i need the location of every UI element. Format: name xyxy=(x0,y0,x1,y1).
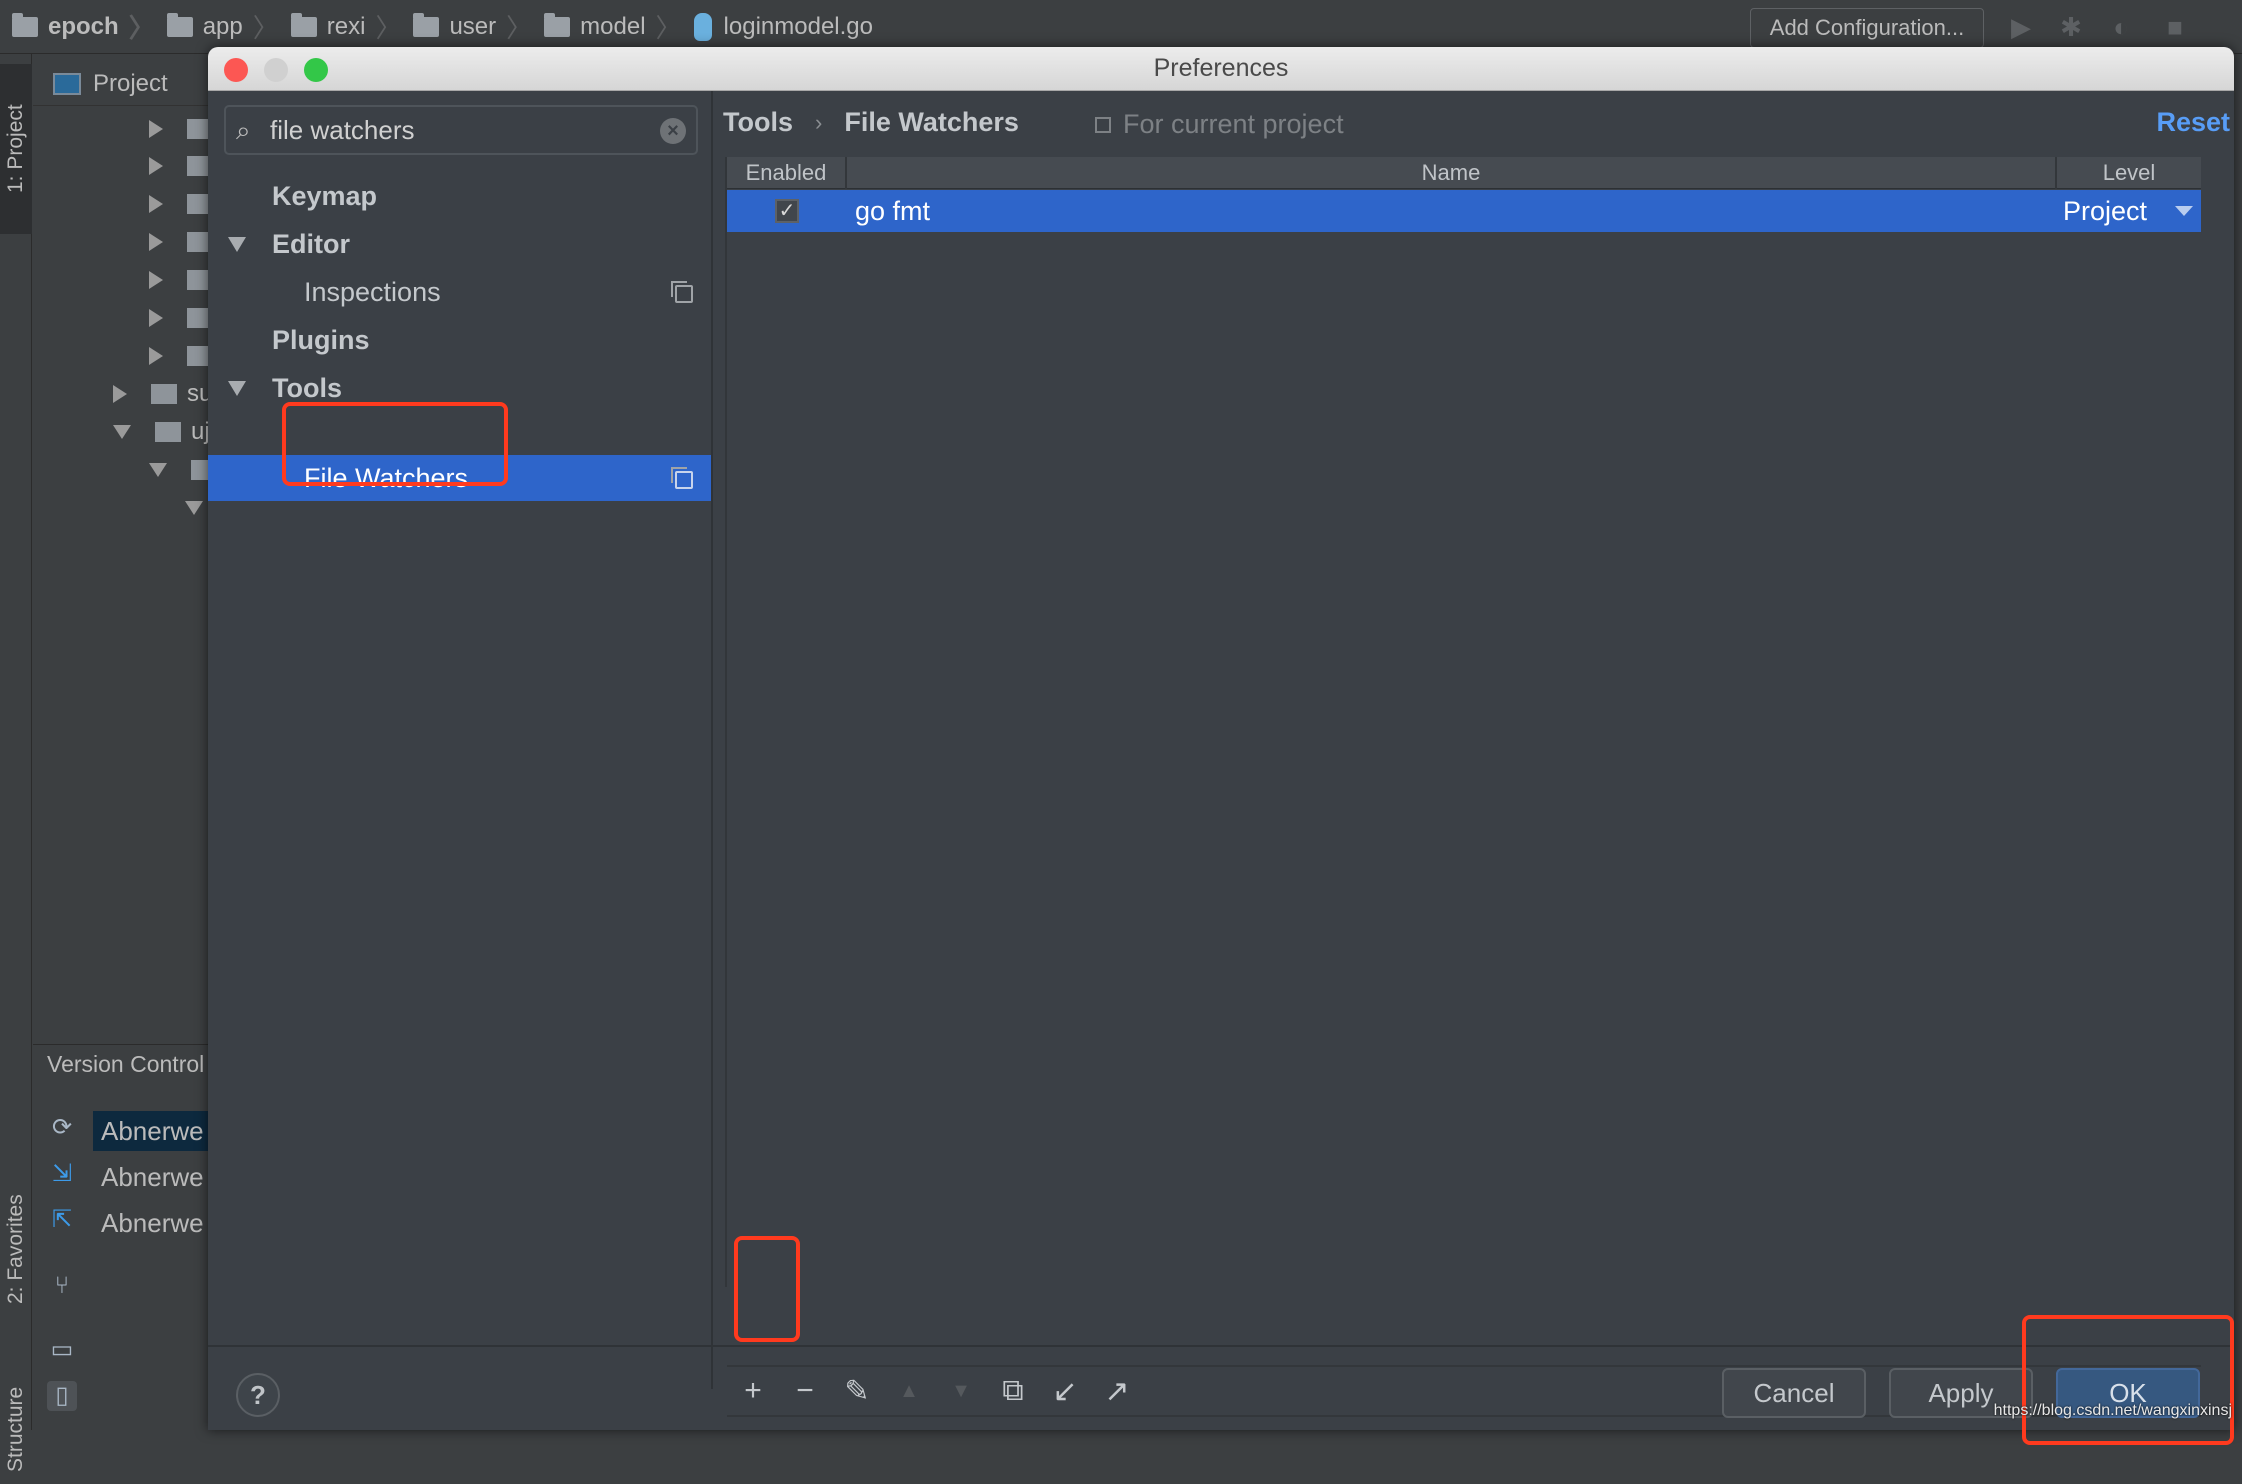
breadcrumb-epoch[interactable]: epoch〉 xyxy=(12,8,155,45)
breadcrumb-rexi[interactable]: rexi〉 xyxy=(291,8,402,45)
expand-arrow-icon[interactable] xyxy=(149,195,163,213)
branch-icon[interactable]: ⑂ xyxy=(47,1271,77,1301)
sidebar-item-editor[interactable]: Editor xyxy=(208,221,711,267)
expand-arrow-icon[interactable] xyxy=(149,309,163,327)
collapse-arrow-icon[interactable] xyxy=(228,381,246,396)
version-control-panel: Version Control ⟳ ⇲ ⇱ ⑂ ▭ ▯ Abnerwe Abne… xyxy=(33,1044,208,1430)
go-file-icon xyxy=(694,13,712,41)
vc-log-row[interactable]: Abnerwe xyxy=(93,1203,208,1243)
scope-label: For current project xyxy=(1095,109,1344,140)
version-control-title: Version Control xyxy=(47,1051,207,1078)
tree-row[interactable]: uj xyxy=(113,417,210,447)
project-panel-header[interactable]: Project xyxy=(33,62,208,106)
sidebar-item-keymap[interactable]: Keymap xyxy=(208,173,711,219)
watermark: https://blog.csdn.net/wangxinxinsj xyxy=(1994,1402,2232,1420)
collapse-icon[interactable]: ⇲ xyxy=(47,1159,77,1189)
vc-log-row[interactable]: Abnerwe xyxy=(93,1111,208,1151)
project-scope-icon xyxy=(675,285,693,303)
sidebar-item-tools[interactable]: Tools xyxy=(208,365,711,411)
help-button[interactable]: ? xyxy=(236,1373,280,1417)
vc-log-row[interactable]: Abnerwe xyxy=(93,1157,208,1197)
minimize-window-button[interactable] xyxy=(264,58,288,82)
project-scope-icon xyxy=(675,471,693,489)
expand-arrow-icon[interactable] xyxy=(113,385,127,403)
content-breadcrumb: Tools › File Watchers xyxy=(723,107,1019,138)
folder-icon xyxy=(544,17,570,37)
table-header: Enabled Name Level xyxy=(727,157,2201,189)
layout-icon[interactable]: ▭ xyxy=(47,1335,77,1365)
breadcrumb-user[interactable]: user〉 xyxy=(413,8,532,45)
table-row[interactable]: ✓ go fmt Project xyxy=(727,190,2201,232)
collapse-arrow-icon[interactable] xyxy=(185,501,203,515)
column-header-name[interactable]: Name xyxy=(847,157,2057,189)
search-icon[interactable]: ⌕ xyxy=(236,115,266,145)
debug-icon[interactable]: ✱ xyxy=(2056,12,2086,42)
expand-arrow-icon[interactable] xyxy=(149,233,163,251)
expand-arrow-icon[interactable] xyxy=(149,157,163,175)
tool-tab-project[interactable]: 1: Project xyxy=(0,64,32,234)
folder-icon xyxy=(155,422,181,442)
tool-tab-favorites[interactable]: 2: Favorites xyxy=(0,1134,32,1364)
level-select[interactable]: Project xyxy=(2063,196,2147,227)
settings-sidebar: ⌕ × Keymap Editor Inspections Plugins To… xyxy=(208,91,713,1389)
project-view-icon xyxy=(53,73,81,95)
expand-arrow-icon[interactable] xyxy=(149,347,163,365)
folder-icon xyxy=(291,17,317,37)
coverage-icon[interactable]: ◐ xyxy=(2106,12,2136,42)
breadcrumb-file[interactable]: loginmodel.go xyxy=(694,13,873,41)
add-configuration-button[interactable]: Add Configuration... xyxy=(1750,8,1984,48)
column-header-level[interactable]: Level xyxy=(2057,157,2201,189)
collapse-arrow-icon[interactable] xyxy=(149,463,167,477)
dialog-title: Preferences xyxy=(1154,54,1289,83)
column-header-enabled[interactable]: Enabled xyxy=(727,157,847,189)
sidebar-item-inspections[interactable]: Inspections xyxy=(208,269,711,315)
cancel-button[interactable]: Cancel xyxy=(1722,1368,1866,1418)
close-window-button[interactable] xyxy=(224,58,248,82)
breadcrumb-model[interactable]: model〉 xyxy=(544,8,681,45)
tree-row[interactable]: su xyxy=(113,379,212,409)
preferences-dialog: Preferences ⌕ × Keymap Editor Inspection… xyxy=(208,47,2234,1430)
tool-tab-structure[interactable]: Structure xyxy=(0,1374,32,1484)
reset-link[interactable]: Reset xyxy=(2156,107,2230,138)
stop-icon[interactable]: ■ xyxy=(2160,12,2190,42)
panel-toggle-icon[interactable]: ▯ xyxy=(47,1381,77,1411)
tool-window-strip: 1: Project 2: Favorites Structure xyxy=(0,54,32,1430)
breadcrumb-separator: › xyxy=(815,110,822,136)
file-watchers-table: Enabled Name Level ✓ go fmt Project + − … xyxy=(725,157,2199,1287)
run-icon[interactable]: ▶ xyxy=(2006,12,2036,42)
collapse-arrow-icon[interactable] xyxy=(228,237,246,252)
breadcrumb-tools[interactable]: Tools xyxy=(723,107,793,138)
collapse-arrow-icon[interactable] xyxy=(113,425,131,439)
folder-icon xyxy=(413,17,439,37)
breadcrumb-file-watchers: File Watchers xyxy=(844,107,1019,138)
project-scope-icon xyxy=(1095,117,1111,133)
expand-all-icon[interactable]: ⇱ xyxy=(47,1205,77,1235)
settings-content: Tools › File Watchers For current projec… xyxy=(715,91,2234,1389)
chevron-down-icon[interactable] xyxy=(2175,206,2193,216)
enabled-checkbox[interactable]: ✓ xyxy=(775,199,799,223)
breadcrumb-app[interactable]: app〉 xyxy=(167,8,279,45)
folder-icon xyxy=(12,17,38,37)
watcher-name: go fmt xyxy=(855,196,930,227)
folder-icon xyxy=(167,17,193,37)
expand-arrow-icon[interactable] xyxy=(149,120,163,138)
refresh-icon[interactable]: ⟳ xyxy=(47,1113,77,1143)
zoom-window-button[interactable] xyxy=(304,58,328,82)
dialog-title-bar[interactable]: Preferences xyxy=(208,47,2234,91)
folder-icon xyxy=(151,384,177,404)
sidebar-item-file-watchers[interactable]: File Watchers xyxy=(208,455,711,501)
sidebar-item-plugins[interactable]: Plugins xyxy=(208,317,711,363)
expand-arrow-icon[interactable] xyxy=(149,271,163,289)
project-panel: Project su uj xyxy=(33,54,208,1044)
search-input[interactable] xyxy=(270,115,650,146)
clear-search-icon[interactable]: × xyxy=(660,118,686,144)
settings-search: ⌕ × xyxy=(224,105,698,155)
